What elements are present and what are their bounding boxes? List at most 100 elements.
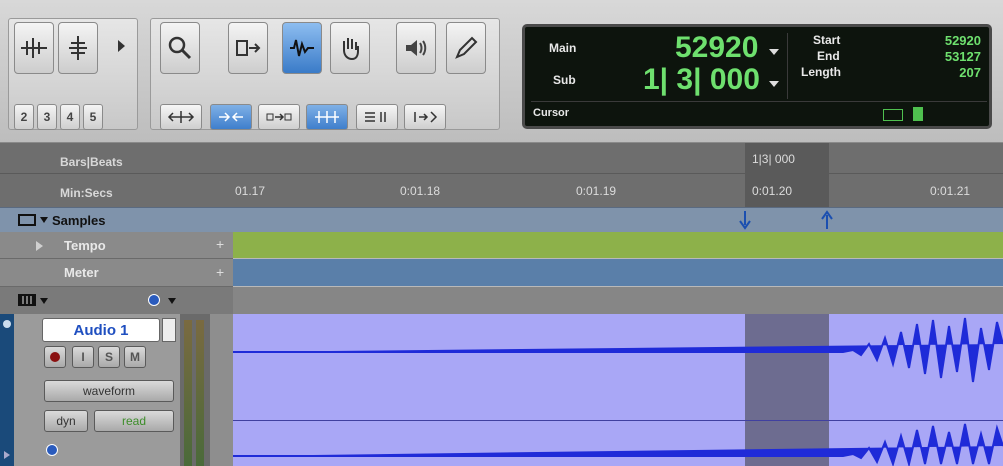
minsecs-tick: 0:01.21 — [930, 184, 971, 198]
meter-lane[interactable] — [233, 259, 1003, 286]
zoom-vertical-button[interactable] — [58, 22, 98, 74]
automation-mode-selector[interactable]: read — [94, 410, 174, 432]
zoom-vertical-icon — [69, 36, 87, 60]
slip-mode-button[interactable] — [210, 104, 252, 130]
ruler-menu-icon[interactable] — [18, 214, 36, 226]
tempo-add-icon[interactable]: + — [216, 236, 224, 252]
minsecs-ruler-label[interactable]: Min:Secs — [60, 186, 113, 200]
pre-post-roll-icon[interactable] — [883, 109, 903, 121]
waveform-channel-1 — [233, 317, 1003, 383]
tempo-lane[interactable] — [233, 232, 1003, 258]
track-view-selector[interactable]: waveform — [44, 380, 174, 402]
zoom-out-button[interactable] — [14, 22, 54, 74]
sub-counter-value[interactable]: 1| 3| 000 — [643, 63, 760, 97]
samples-ruler: Samples — [0, 207, 1003, 232]
zoom-preset-4[interactable]: 4 — [60, 104, 80, 130]
start-label: Start — [813, 33, 841, 47]
track-name-menu-icon[interactable] — [162, 318, 176, 342]
meter-bar-right — [196, 320, 204, 466]
zoom-preset-2[interactable]: 2 — [14, 104, 34, 130]
start-value[interactable]: 52920 — [945, 33, 981, 48]
audio-region[interactable] — [233, 314, 1003, 466]
mute-button[interactable]: M — [124, 346, 146, 368]
dyn-button[interactable]: dyn — [44, 410, 88, 432]
track-expand-icon[interactable] — [4, 451, 10, 459]
track-list-expand-icon[interactable] — [40, 298, 48, 304]
bars-beats-marker: 1|3| 000 — [752, 152, 795, 166]
samples-ruler-label: Samples — [52, 213, 106, 228]
magnifier-icon — [168, 36, 192, 60]
minsecs-tick: 0:01.18 — [400, 184, 441, 198]
minsecs-tick: 01.17 — [235, 184, 266, 198]
grid-mode-button[interactable] — [306, 104, 348, 130]
track-color-strip — [0, 314, 14, 466]
selection-end-marker-icon[interactable] — [820, 209, 834, 231]
meter-add-icon[interactable]: + — [216, 264, 224, 280]
selector-tool-button[interactable] — [282, 22, 322, 74]
expand-arrow-icon[interactable] — [118, 40, 125, 52]
zoom-horizontal-icon — [21, 38, 47, 58]
meter-ruler: Meter + — [0, 259, 1003, 287]
track-list-menu-icon[interactable] — [18, 294, 36, 306]
record-enable-button[interactable] — [44, 346, 66, 368]
shuffle-mode-button[interactable] — [160, 104, 202, 130]
tab-to-transient-button[interactable] — [404, 104, 446, 130]
trim-tool-button[interactable] — [228, 22, 268, 74]
track-gutter — [210, 314, 233, 466]
grabber-tool-button[interactable] — [330, 22, 370, 74]
selector-waveform-icon — [290, 39, 314, 57]
clock-menu-icon[interactable] — [168, 298, 176, 304]
shuffle-icon — [167, 111, 195, 123]
hand-icon — [343, 38, 359, 61]
waveform-channel-2 — [233, 423, 1003, 466]
track-level-meter — [180, 314, 210, 466]
clock-icon[interactable] — [148, 294, 160, 306]
sub-counter-menu-icon[interactable] — [769, 81, 779, 87]
main-counter-display: Main 52920 Sub 1| 3| 000 Cursor Start 52… — [522, 24, 992, 129]
track-select-icon[interactable] — [3, 320, 11, 328]
zoom-preset-3[interactable]: 3 — [37, 104, 57, 130]
sub-counter-label: Sub — [553, 73, 576, 87]
page-icon — [913, 107, 923, 121]
tempo-ruler: Tempo + — [0, 232, 1003, 259]
audio-track-header: Audio 1 I S M waveform dyn read — [14, 314, 180, 466]
counter-divider — [531, 101, 987, 102]
meter-bar-left — [184, 320, 192, 466]
zoom-preset-5[interactable]: 5 — [83, 104, 103, 130]
end-value[interactable]: 53127 — [945, 49, 981, 64]
slip-icon — [219, 112, 243, 122]
zoomer-tool-button[interactable] — [160, 22, 200, 74]
selection-start-marker-icon[interactable] — [738, 209, 752, 231]
main-counter-value[interactable]: 52920 — [675, 31, 758, 65]
length-label: Length — [801, 65, 841, 79]
record-icon — [50, 352, 60, 362]
grid-icon — [315, 111, 339, 123]
pencil-icon — [455, 36, 478, 59]
counter-v-divider — [787, 33, 788, 99]
minsecs-tick: 0:01.19 — [576, 184, 617, 198]
main-counter-menu-icon[interactable] — [769, 49, 779, 55]
input-monitor-button[interactable]: I — [72, 346, 94, 368]
transient-icon — [414, 111, 438, 123]
voice-selector-icon[interactable] — [46, 444, 58, 456]
spot-mode-button[interactable] — [258, 104, 300, 130]
edit-mode-button[interactable] — [356, 104, 398, 130]
tracks-lane-header — [233, 287, 1003, 314]
lines-icon — [365, 112, 386, 122]
samples-expand-icon[interactable] — [40, 217, 48, 223]
scrubber-tool-button[interactable] — [396, 22, 436, 74]
pencil-tool-button[interactable] — [446, 22, 486, 74]
length-value[interactable]: 207 — [959, 65, 981, 80]
tempo-expand-icon[interactable] — [36, 241, 43, 251]
main-counter-label: Main — [549, 41, 577, 55]
track-name-field[interactable]: Audio 1 — [42, 318, 160, 342]
tracks-header-bar — [0, 287, 1003, 314]
bars-beats-ruler-label[interactable]: Bars|Beats — [60, 155, 123, 169]
end-label: End — [817, 49, 840, 63]
tempo-ruler-header — [0, 232, 233, 259]
cursor-label: Cursor — [533, 107, 570, 119]
minsecs-tick: 0:01.20 — [752, 184, 793, 198]
solo-button[interactable]: S — [98, 346, 120, 368]
ruler-row-divider — [0, 173, 1003, 174]
speaker-icon — [406, 40, 427, 56]
